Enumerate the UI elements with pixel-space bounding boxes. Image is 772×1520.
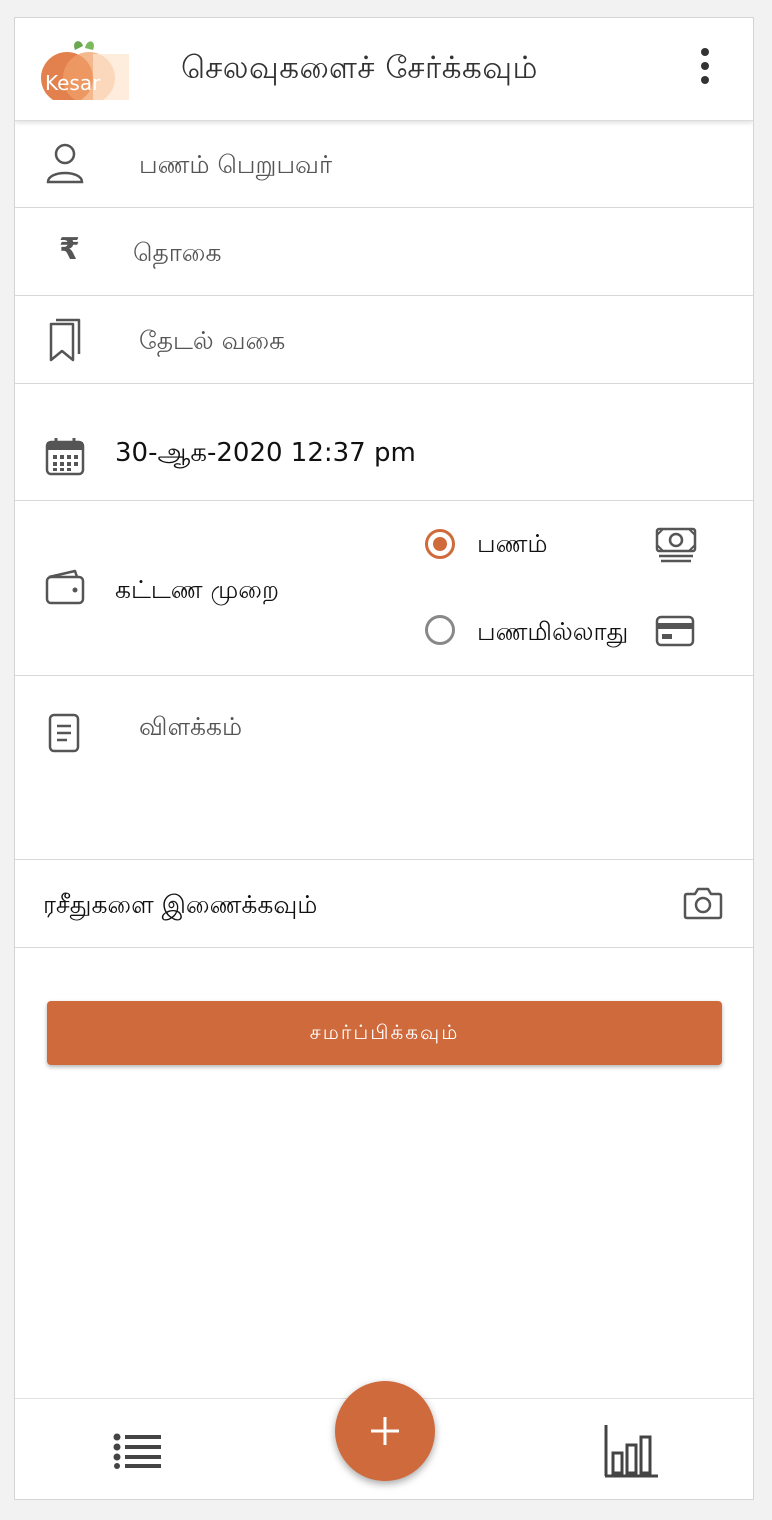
person-icon (46, 143, 84, 184)
datetime-value: 30-ஆக-2020 12:37 pm (115, 438, 416, 468)
app-screen: Kesar செலவுகளைச் சேர்க்கவும் பணம் பெறுபவ… (14, 17, 754, 1500)
note-icon (48, 713, 80, 753)
page-title: செலவுகளைச் சேர்க்கவும் (181, 50, 538, 86)
rupee-icon: ₹ (59, 232, 80, 267)
bar-chart-icon[interactable] (603, 1423, 659, 1479)
description-field[interactable]: விளக்கம் (15, 676, 753, 860)
card-icon (655, 615, 695, 647)
camera-icon[interactable] (683, 886, 723, 920)
wallet-icon (45, 569, 85, 605)
calendar-icon (45, 438, 85, 476)
bookmark-icon (49, 318, 81, 362)
amount-field[interactable]: ₹ தொகை (15, 208, 753, 296)
description-placeholder: விளக்கம் (139, 712, 243, 741)
cash-radio[interactable] (425, 529, 455, 559)
plus-icon (371, 1417, 399, 1445)
attach-receipts-label: ரசீதுகளை இணைக்கவும் (43, 890, 318, 919)
cashless-radio[interactable] (425, 615, 455, 645)
datetime-field[interactable]: 30-ஆக-2020 12:37 pm (15, 384, 753, 501)
cashless-option-label[interactable]: பணமில்லாது (477, 617, 628, 650)
app-header: Kesar செலவுகளைச் சேர்க்கவும் (15, 18, 753, 121)
cash-option-label[interactable]: பணம் (477, 529, 548, 562)
list-icon[interactable] (113, 1433, 163, 1469)
submit-button[interactable]: சமர்ப்பிக்கவும் (47, 1001, 722, 1065)
kesar-logo: Kesar (41, 41, 129, 100)
payment-mode-section: கட்டண முறை பணம் பணமில்லாது (15, 501, 753, 676)
attach-receipts-row[interactable]: ரசீதுகளை இணைக்கவும் (15, 860, 753, 948)
more-options-icon[interactable] (695, 48, 715, 92)
add-expense-fab[interactable] (335, 1381, 435, 1481)
payee-placeholder: பணம் பெறுபவர் (139, 150, 333, 179)
cash-icon (655, 527, 697, 563)
payment-mode-label: கட்டண முறை (115, 575, 279, 604)
category-placeholder: தேடல் வகை (139, 326, 286, 355)
logo-text: Kesar (45, 71, 101, 95)
amount-placeholder: தொகை (133, 238, 222, 267)
category-field[interactable]: தேடல் வகை (15, 296, 753, 384)
payee-field[interactable]: பணம் பெறுபவர் (15, 120, 753, 208)
